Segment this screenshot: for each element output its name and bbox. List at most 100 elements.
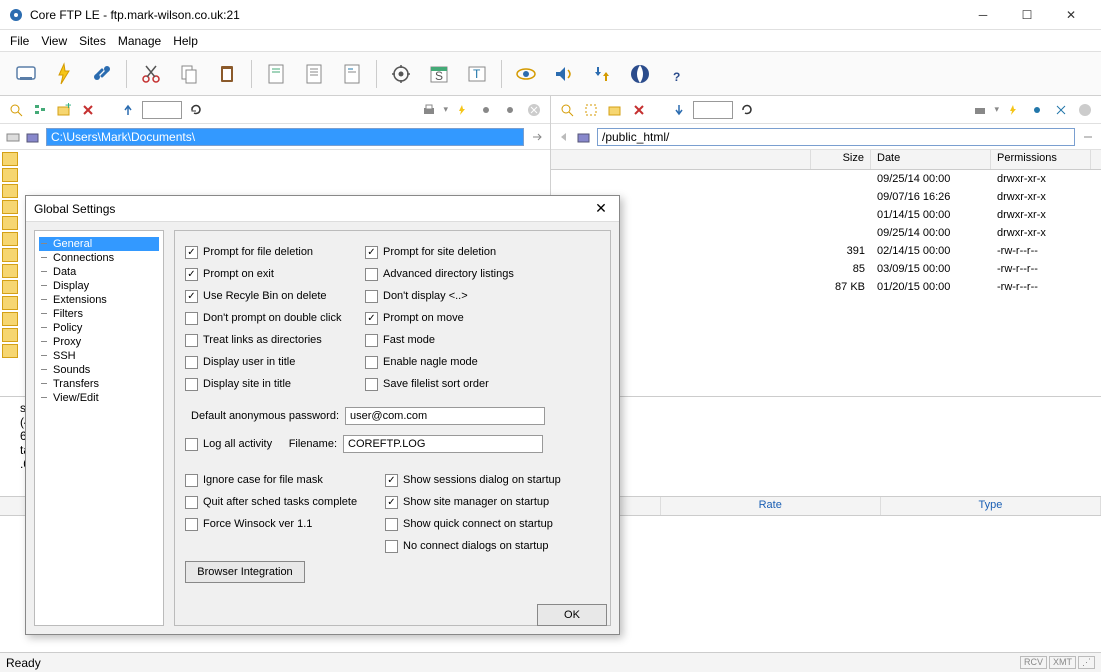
delete-icon[interactable] [629,100,649,120]
pin-icon[interactable] [1027,100,1047,120]
pin2-icon[interactable] [500,100,520,120]
download-icon[interactable] [669,100,689,120]
remote-path-input[interactable] [597,128,1075,146]
checkbox[interactable] [185,474,198,487]
tree-item-data[interactable]: Data [39,265,159,279]
checkbox[interactable] [385,518,398,531]
upload-icon[interactable] [118,100,138,120]
search-icon[interactable] [6,100,26,120]
remote-filter-input[interactable] [693,101,733,119]
checkbox[interactable] [365,334,378,347]
go-icon[interactable] [1081,130,1095,144]
checkbox[interactable] [365,312,378,325]
go-icon[interactable] [530,130,544,144]
folder-icon[interactable] [577,130,591,144]
file-row[interactable]: 39102/14/15 00:00-rw-r--r-- [551,242,1101,260]
checkbox[interactable] [185,246,198,259]
delete-icon[interactable] [78,100,98,120]
search-icon[interactable] [557,100,577,120]
folder-up-icon[interactable] [26,130,40,144]
file-row[interactable]: 09/07/16 16:26drwxr-xr-x [551,188,1101,206]
eye-icon[interactable] [510,58,542,90]
new-folder-icon[interactable] [605,100,625,120]
connect-icon[interactable] [10,58,42,90]
tree-item-view-edit[interactable]: View/Edit [39,391,159,405]
doc2-icon[interactable] [298,58,330,90]
ok-button[interactable]: OK [537,604,607,626]
checkbox[interactable] [185,518,198,531]
checkbox[interactable] [185,356,198,369]
doc3-icon[interactable] [336,58,368,90]
checkbox[interactable] [185,268,198,281]
dialog-close-button[interactable]: ✕ [591,199,611,219]
log-all-checkbox[interactable] [185,438,198,451]
checkbox[interactable] [365,268,378,281]
filter-input[interactable] [142,101,182,119]
stop-icon[interactable] [1075,100,1095,120]
tree-item-transfers[interactable]: Transfers [39,377,159,391]
pin1-icon[interactable] [476,100,496,120]
tree-item-connections[interactable]: Connections [39,251,159,265]
printer-icon[interactable] [970,100,990,120]
expand-icon[interactable] [1051,100,1071,120]
browser-integration-button[interactable]: Browser Integration [185,561,305,583]
checkbox[interactable] [365,246,378,259]
quick-connect-icon[interactable] [48,58,80,90]
tree-item-filters[interactable]: Filters [39,307,159,321]
globe-icon[interactable] [624,58,656,90]
printer-icon[interactable] [419,100,439,120]
tree-item-policy[interactable]: Policy [39,321,159,335]
checkbox[interactable] [185,312,198,325]
sound-icon[interactable] [548,58,580,90]
checkbox[interactable] [385,496,398,509]
help-icon[interactable]: ? [662,58,694,90]
checkbox[interactable] [185,496,198,509]
tree-item-ssh[interactable]: SSH [39,349,159,363]
tree-icon[interactable] [30,100,50,120]
tree-item-display[interactable]: Display [39,279,159,293]
template-icon[interactable]: T [461,58,493,90]
paste-icon[interactable] [211,58,243,90]
resize-grip[interactable]: ⋰ [1078,656,1095,669]
maximize-button[interactable]: ☐ [1005,1,1049,29]
checkbox[interactable] [185,290,198,303]
close-button[interactable]: ✕ [1049,1,1093,29]
cut-icon[interactable] [135,58,167,90]
new-folder-icon[interactable]: + [54,100,74,120]
sync-icon[interactable] [586,58,618,90]
file-row[interactable]: 8503/09/15 00:00-rw-r--r-- [551,260,1101,278]
drive-icon[interactable] [6,130,20,144]
checkbox[interactable] [365,356,378,369]
file-row[interactable]: 09/25/14 00:00drwxr-xr-x [551,224,1101,242]
schedule-icon[interactable]: S [423,58,455,90]
minimize-button[interactable]: ─ [961,1,1005,29]
tree-item-proxy[interactable]: Proxy [39,335,159,349]
checkbox[interactable] [365,290,378,303]
menu-view[interactable]: View [41,34,67,48]
select-icon[interactable] [581,100,601,120]
settings-icon[interactable] [385,58,417,90]
file-row[interactable]: 01/14/15 00:00drwxr-xr-x [551,206,1101,224]
checkbox[interactable] [185,334,198,347]
file-row[interactable]: 87 KB01/20/15 00:00-rw-r--r-- [551,278,1101,296]
checkbox[interactable] [385,474,398,487]
tree-item-general[interactable]: General [39,237,159,251]
menu-sites[interactable]: Sites [79,34,106,48]
checkbox[interactable] [185,378,198,391]
stop-icon[interactable] [524,100,544,120]
menu-manage[interactable]: Manage [118,34,161,48]
menu-help[interactable]: Help [173,34,198,48]
copy-icon[interactable] [173,58,205,90]
disconnect-icon[interactable] [86,58,118,90]
menu-file[interactable]: File [10,34,29,48]
tree-item-extensions[interactable]: Extensions [39,293,159,307]
checkbox[interactable] [365,378,378,391]
file-row[interactable]: 09/25/14 00:00drwxr-xr-x [551,170,1101,188]
log-filename-input[interactable] [343,435,543,453]
tree-item-sounds[interactable]: Sounds [39,363,159,377]
checkbox[interactable] [385,540,398,553]
local-path-input[interactable] [46,128,524,146]
anon-password-input[interactable] [345,407,545,425]
doc1-icon[interactable] [260,58,292,90]
bolt-icon[interactable] [1003,100,1023,120]
